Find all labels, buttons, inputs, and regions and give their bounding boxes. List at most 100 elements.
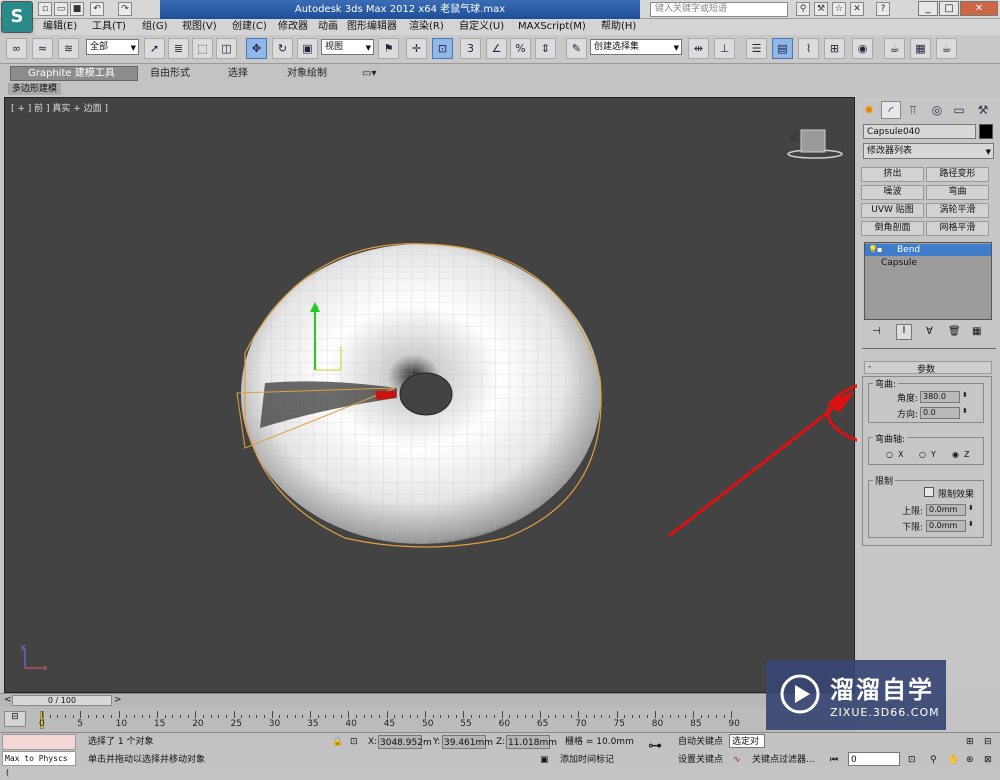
menu-create[interactable]: 创建(C) (232, 19, 267, 35)
add-time-tag[interactable]: 添加时间标记 (560, 753, 614, 767)
zoom-all-icon[interactable]: ⊟ (984, 735, 992, 749)
menu-customize[interactable]: 自定义(U) (459, 19, 504, 35)
current-frame-input[interactable]: 0 (848, 752, 900, 766)
menu-views[interactable]: 视图(V) (182, 19, 217, 35)
object-name-field[interactable]: Capsule040 (863, 124, 976, 139)
motion-tab-icon[interactable]: ◎ (927, 101, 947, 119)
display-tab-icon[interactable]: ▭ (949, 101, 969, 119)
select-rotate-icon[interactable]: ↻ (272, 38, 293, 59)
menu-group[interactable]: 组(G) (142, 19, 168, 35)
path-deform-button[interactable]: 路径变形 (926, 167, 989, 182)
y-coord-input[interactable]: 39.461mm (442, 735, 493, 749)
radio-z[interactable]: ◉ (952, 450, 959, 459)
search-input[interactable]: 键入关键字或短语 (650, 2, 788, 17)
viewcube-label[interactable]: 前 (790, 132, 798, 143)
modifier-stack[interactable]: 💡 ▪ Bend Capsule (864, 242, 992, 320)
named-selection-dropdown[interactable]: 创建选择集 (590, 39, 682, 55)
link-icon[interactable]: ∞ (6, 38, 27, 59)
menu-tools[interactable]: 工具(T) (92, 19, 126, 35)
stack-item-bend[interactable]: 💡 ▪ Bend (865, 244, 991, 256)
key-icon[interactable]: ⊶ (648, 739, 662, 753)
select-object-icon[interactable]: ➚ (144, 38, 165, 59)
help-icon[interactable]: ? (876, 2, 890, 16)
show-end-result-icon[interactable]: Ⅰ (896, 324, 912, 340)
menu-modifiers[interactable]: 修改器 (278, 19, 308, 35)
noise-button[interactable]: 噪波 (861, 185, 924, 200)
angle-input[interactable]: 380.0 (920, 391, 960, 403)
key-filter-icon[interactable]: ∿ (733, 753, 741, 767)
lower-spinner-icon[interactable]: ⬍ (968, 520, 974, 528)
app-logo[interactable]: S (1, 1, 33, 33)
rollout-collapse-icon[interactable]: - (868, 362, 871, 372)
spinner-snap-icon[interactable]: ⇕ (535, 38, 556, 59)
make-unique-icon[interactable]: ∀ (926, 326, 933, 337)
time-slider[interactable]: < 0 / 100 > (0, 693, 857, 707)
menu-edit[interactable]: 编辑(E) (43, 19, 77, 35)
hierarchy-tab-icon[interactable]: ⫪ (903, 101, 923, 119)
new-file-icon[interactable]: ▫ (38, 2, 52, 16)
upper-limit-input[interactable]: 0.0mm (926, 504, 966, 516)
tab-freeform[interactable]: 自由形式 (150, 66, 190, 81)
limit-effect-checkbox[interactable] (924, 487, 934, 497)
bend-button[interactable]: 弯曲 (926, 185, 989, 200)
modify-tab-icon[interactable]: ◜ (881, 101, 901, 119)
bevel-profile-button[interactable]: 倒角剖面 (861, 221, 924, 236)
time-tag-icon[interactable]: ▣ (540, 753, 549, 767)
tab-polygon-modeling[interactable]: 多边形建模 (8, 83, 62, 95)
snaps-toggle-icon[interactable]: 3 (460, 38, 481, 59)
zoom-icon[interactable]: ⚲ (930, 753, 937, 767)
viewport-front[interactable]: [ + ] 前 ] 真实 + 边面 ] 前 y y x (4, 97, 855, 693)
rect-selection-icon[interactable]: ⬚ (192, 38, 213, 59)
meshsmooth-button[interactable]: 网格平滑 (926, 221, 989, 236)
maxscript-input[interactable]: Max to Physcs ( (2, 751, 76, 777)
schematic-view-icon[interactable]: ⊞ (824, 38, 845, 59)
align-icon[interactable]: ⊥ (714, 38, 735, 59)
mirror-icon[interactable]: ⇹ (688, 38, 709, 59)
selection-filter-dropdown[interactable]: 全部 (86, 39, 139, 55)
remove-modifier-icon[interactable]: 🗑 (948, 326, 961, 337)
menu-maxscript[interactable]: MAXScript(M) (518, 19, 586, 35)
pan-icon[interactable]: ✋ (948, 753, 959, 767)
menu-help[interactable]: 帮助(H) (601, 19, 636, 35)
object-color-swatch[interactable] (979, 124, 993, 139)
set-key-button[interactable]: 设置关键点 (678, 753, 723, 767)
menu-rendering[interactable]: 渲染(R) (409, 19, 444, 35)
star-icon[interactable]: ☆ (832, 2, 846, 16)
create-tab-icon[interactable]: ✸ (859, 101, 879, 119)
direction-input[interactable]: 0.0 (920, 407, 960, 419)
direction-spinner-icon[interactable]: ⬍ (962, 407, 968, 415)
menu-graph-editors[interactable]: 图形编辑器 (347, 19, 397, 35)
tab-graphite[interactable]: Graphite 建模工具 (28, 66, 115, 81)
keyboard-shortcut-icon[interactable]: ⊡ (432, 38, 453, 59)
layer-manager-icon[interactable]: ☰ (746, 38, 767, 59)
extrude-button[interactable]: 挤出 (861, 167, 924, 182)
percent-snap-icon[interactable]: % (510, 38, 531, 59)
tab-selection[interactable]: 选择 (228, 66, 248, 81)
render-setup-icon[interactable]: ☕ (884, 38, 905, 59)
time-config-icon[interactable]: ⊡ (908, 753, 916, 767)
pivot-center-icon[interactable]: ⚑ (378, 38, 399, 59)
edit-named-selection-icon[interactable]: ✎ (566, 38, 587, 59)
configure-sets-icon[interactable]: ▦ (972, 326, 981, 337)
exchange-icon[interactable]: ✕ (850, 2, 864, 16)
upper-spinner-icon[interactable]: ⬍ (968, 504, 974, 512)
reference-coord-dropdown[interactable]: 视图 (321, 39, 374, 55)
pin-stack-icon[interactable]: ⊣ (872, 326, 881, 337)
key-filters-button[interactable]: 关键点过滤器... (752, 753, 822, 767)
minimize-button[interactable]: _ (918, 1, 938, 16)
maxscript-listener[interactable] (2, 734, 76, 750)
selected-filter-dropdown[interactable]: 选定对象 (729, 734, 765, 748)
binoculars-icon[interactable]: ⚲ (796, 2, 810, 16)
curve-editor-icon[interactable]: ⌇ (798, 38, 819, 59)
zoom-extents-icon[interactable]: ⊞ (966, 735, 974, 749)
modifier-list-dropdown[interactable]: 修改器列表 (863, 143, 994, 159)
maximize-viewport-icon[interactable]: ⊠ (984, 753, 992, 767)
open-file-icon[interactable]: ▭ (54, 2, 68, 16)
maximize-button[interactable]: □ (939, 1, 959, 16)
time-slider-prev-icon[interactable]: < (4, 695, 12, 705)
radio-x[interactable]: ○ (886, 450, 893, 459)
select-move-icon[interactable]: ✥ (246, 38, 267, 59)
render-production-icon[interactable]: ☕ (936, 38, 957, 59)
graphite-toggle-icon[interactable]: ▤ (772, 38, 793, 59)
bind-space-warp-icon[interactable]: ≋ (58, 38, 79, 59)
